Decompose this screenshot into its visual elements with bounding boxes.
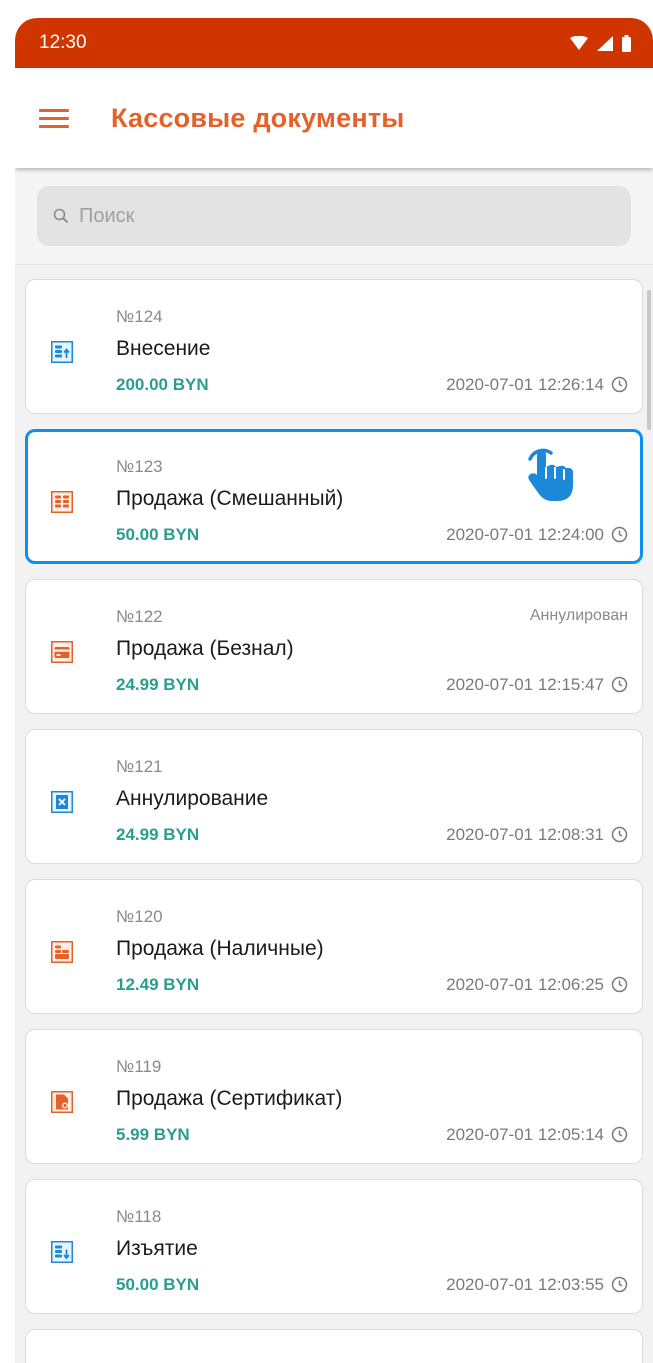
document-name: Продажа (Смешанный) [116, 487, 344, 510]
clock-icon [611, 376, 628, 393]
document-datetime: 2020-07-01 12:08:31 [446, 825, 604, 844]
document-number: №123 [116, 457, 163, 476]
document-name: Аннулирование [116, 787, 269, 810]
clock-icon [611, 826, 628, 843]
search-bar[interactable] [37, 186, 631, 246]
battery-icon [622, 34, 631, 52]
cancel-doc-icon [51, 791, 73, 813]
clock-icon [611, 1276, 628, 1293]
clock-icon [611, 526, 628, 543]
clock-icon [611, 976, 628, 993]
cash-in-icon [51, 341, 73, 363]
certificate-icon [51, 1091, 73, 1113]
document-number: №120 [116, 907, 163, 926]
document-name: Продажа (Наличные) [116, 937, 324, 960]
document-datetime: 2020-07-01 12:26:14 [446, 375, 604, 394]
signal-icon [597, 35, 613, 51]
document-number: №122 [116, 607, 163, 626]
wifi-icon [570, 36, 588, 50]
document-number: №118 [116, 1207, 162, 1226]
document-number: №119 [116, 1057, 162, 1076]
document-amount: 5.99 BYN [116, 1125, 190, 1144]
menu-icon[interactable] [39, 108, 69, 128]
document-name: Изъятие [116, 1237, 198, 1260]
status-bar: 12:30 [15, 18, 653, 68]
document-number: №124 [116, 307, 163, 326]
document-card[interactable]: №118 Изъятие 50.00 BYN 2020-07-01 12:03:… [25, 1179, 643, 1314]
document-card[interactable]: №122 Аннулирован Продажа (Безнал) 24.99 … [25, 579, 643, 714]
document-name: Внесение [116, 337, 211, 360]
document-status: Аннулирован [529, 607, 628, 624]
status-icons [570, 34, 631, 52]
document-amount: 200.00 BYN [116, 375, 209, 394]
clock-icon [611, 676, 628, 693]
document-card[interactable]: №120 Продажа (Наличные) 12.49 BYN 2020-0… [25, 879, 643, 1014]
document-card-selected[interactable]: №123 Продажа (Смешанный) 50.00 BYN 2020-… [25, 429, 643, 564]
document-datetime: 2020-07-01 12:24:00 [446, 525, 604, 544]
document-card[interactable]: №124 Внесение 200.00 BYN 2020-07-01 12:2… [25, 279, 643, 414]
cash-out-icon [51, 1241, 73, 1263]
document-card-partial[interactable] [25, 1329, 643, 1363]
search-icon [53, 208, 69, 224]
app-bar: Кассовые документы [15, 68, 653, 168]
phone-screen: 12:30 Кассовые документы №124 [15, 18, 653, 1363]
document-amount: 50.00 BYN [116, 525, 200, 544]
document-amount: 24.99 BYN [116, 825, 200, 844]
scrollbar[interactable] [647, 290, 651, 430]
document-datetime: 2020-07-01 12:06:25 [446, 975, 604, 994]
search-input[interactable] [77, 203, 581, 229]
document-amount: 50.00 BYN [116, 1275, 200, 1294]
document-card[interactable]: №119 Продажа (Сертификат) 5.99 BYN 2020-… [25, 1029, 643, 1164]
mixed-payment-icon [51, 491, 73, 513]
cash-payment-icon [51, 941, 73, 963]
tap-hand-icon [528, 448, 573, 501]
document-amount: 12.49 BYN [116, 975, 200, 994]
document-number: №121 [116, 757, 163, 776]
search-area [15, 168, 653, 265]
page-title: Кассовые документы [111, 102, 405, 133]
document-amount: 24.99 BYN [116, 675, 200, 694]
document-datetime: 2020-07-01 12:03:55 [446, 1275, 604, 1294]
document-card[interactable]: №121 Аннулирование 24.99 BYN 2020-07-01 … [25, 729, 643, 864]
card-payment-icon [51, 641, 73, 663]
document-name: Продажа (Сертификат) [116, 1087, 343, 1110]
document-datetime: 2020-07-01 12:15:47 [446, 675, 604, 694]
status-time: 12:30 [39, 32, 87, 53]
document-datetime: 2020-07-01 12:05:14 [446, 1125, 604, 1144]
clock-icon [611, 1126, 628, 1143]
document-list: №124 Внесение 200.00 BYN 2020-07-01 12:2… [15, 265, 653, 1363]
document-name: Продажа (Безнал) [116, 637, 294, 660]
